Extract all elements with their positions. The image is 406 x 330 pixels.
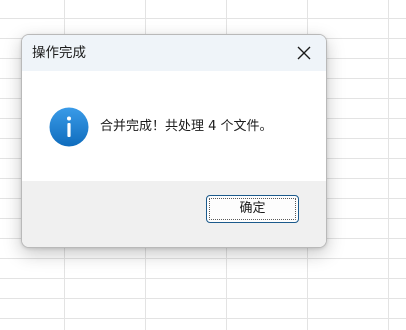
ok-button[interactable]: 确定: [206, 195, 299, 223]
info-icon: [49, 107, 89, 147]
dialog-content: 合并完成！共处理 4 个文件。: [22, 71, 326, 181]
dialog-title-bar: 操作完成: [22, 35, 326, 71]
dialog-message: 合并完成！共处理 4 个文件。: [100, 119, 273, 134]
dialog-footer: 确定: [22, 181, 326, 247]
close-button[interactable]: [282, 35, 326, 71]
message-dialog: 操作完成 合并完成！共处理 4 个文件。 确定: [21, 34, 327, 248]
dialog-title: 操作完成: [32, 45, 86, 61]
close-icon: [297, 46, 311, 60]
